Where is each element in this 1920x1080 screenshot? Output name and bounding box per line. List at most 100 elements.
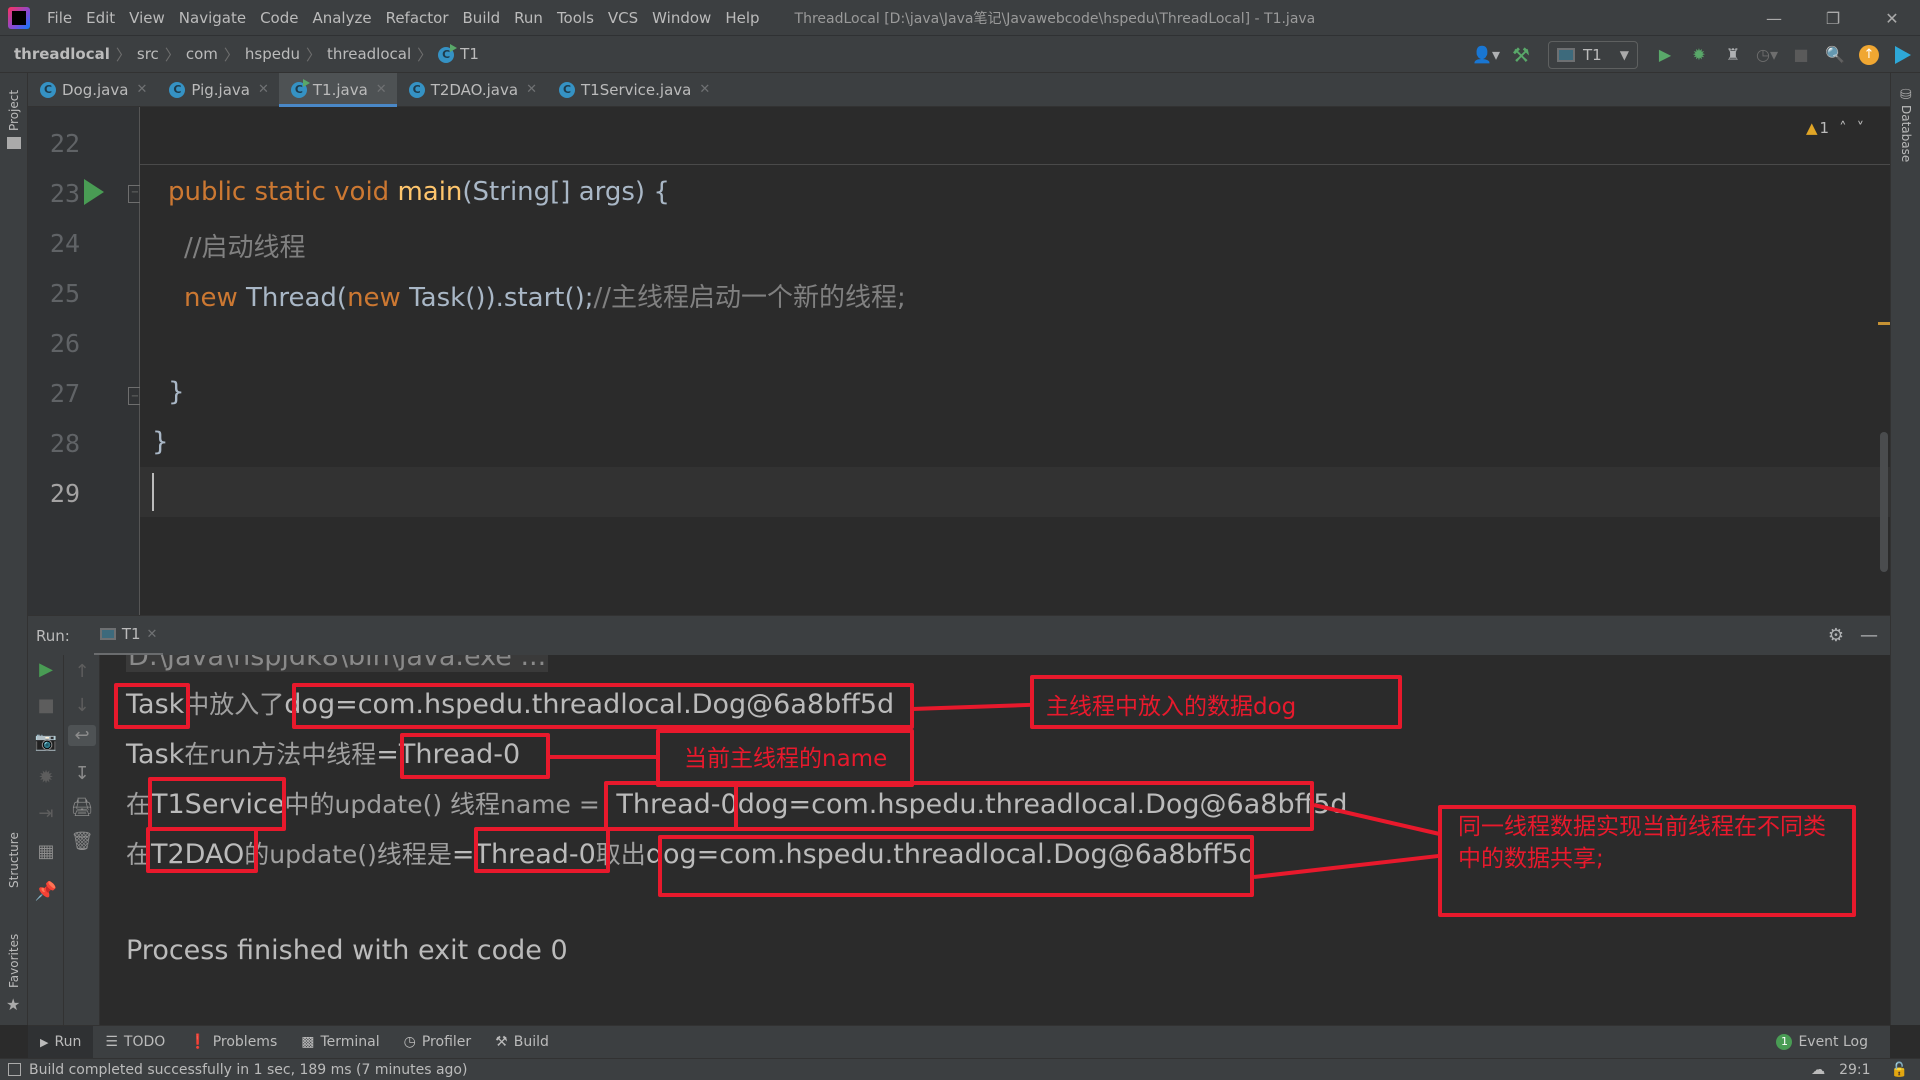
restore-icon[interactable]: ❐ xyxy=(1805,0,1861,36)
cursor-position[interactable]: 29:1 xyxy=(1839,1062,1870,1078)
inspection-widget[interactable]: ▲ 1 ˄ ˅ xyxy=(1806,119,1864,137)
tab-t2dao-java[interactable]: T2DAO.java✕ xyxy=(397,73,547,106)
build-hammer-icon[interactable]: ⚒ xyxy=(1508,41,1534,69)
close-tab-icon[interactable]: ✕ xyxy=(258,82,269,97)
run-gutter-icon[interactable] xyxy=(84,179,104,205)
stop-icon[interactable]: ■ xyxy=(28,695,64,716)
close-tab-icon[interactable]: ✕ xyxy=(376,82,387,97)
lock-icon[interactable]: 🔓 xyxy=(1891,1062,1908,1078)
profile-icon[interactable]: ◷▾ xyxy=(1754,41,1780,69)
highlight-box xyxy=(604,781,738,831)
minimize-panel-icon[interactable]: — xyxy=(1860,625,1878,646)
trash-icon[interactable]: 🗑 xyxy=(64,831,100,852)
soft-wrap-icon[interactable]: ↩ xyxy=(68,725,96,746)
menu-navigate[interactable]: Navigate xyxy=(172,9,253,27)
method-separator xyxy=(140,164,1890,165)
tab-dog-java[interactable]: Dog.java✕ xyxy=(28,73,157,106)
console-command: D:\Java\hspjdk8\bin\java.exe ... xyxy=(126,655,549,672)
chevron-up-icon[interactable]: ˄ xyxy=(1839,119,1847,137)
scroll-to-end-icon[interactable]: ↧ xyxy=(64,763,100,784)
layout-icon[interactable]: ▦ xyxy=(28,841,64,862)
tool-terminal[interactable]: ▩ Terminal xyxy=(289,1026,391,1058)
menu-code[interactable]: Code xyxy=(253,9,305,27)
toolbox-icon[interactable] xyxy=(1890,41,1916,69)
line-number: 29 xyxy=(49,479,80,508)
gear-icon[interactable]: ⚙ xyxy=(1828,625,1844,646)
breadcrumb-com[interactable]: com xyxy=(182,45,222,63)
menu-window[interactable]: Window xyxy=(645,9,718,27)
project-tool-button[interactable]: Project xyxy=(7,90,21,131)
menu-build[interactable]: Build xyxy=(456,9,508,27)
menu-view[interactable]: View xyxy=(122,9,172,27)
editor-scrollbar[interactable] xyxy=(1880,432,1888,572)
stop-icon[interactable]: ■ xyxy=(1788,41,1814,69)
tab-t1service-java[interactable]: T1Service.java✕ xyxy=(547,73,720,106)
close-icon[interactable]: ✕ xyxy=(1864,0,1920,36)
breadcrumb-src[interactable]: src xyxy=(133,45,163,63)
tool-build[interactable]: ⚒ Build xyxy=(483,1026,561,1058)
account-icon[interactable]: 👤▾ xyxy=(1472,41,1500,69)
menu-analyze[interactable]: Analyze xyxy=(305,9,378,27)
pin-icon[interactable]: 📌 xyxy=(28,881,64,902)
run-tab-t1[interactable]: T1 ✕ xyxy=(93,616,164,656)
coverage-icon[interactable]: ♜ xyxy=(1720,41,1746,69)
breadcrumb-project[interactable]: threadlocal xyxy=(0,45,114,63)
menu-refactor[interactable]: Refactor xyxy=(379,9,456,27)
search-icon[interactable]: 🔍 xyxy=(1822,41,1848,69)
console-output[interactable]: D:\Java\hspjdk8\bin\java.exe ... Task中放入… xyxy=(100,655,1880,1025)
tool-profiler[interactable]: ◷ Profiler xyxy=(392,1026,484,1058)
menu-run[interactable]: Run xyxy=(507,9,550,27)
menu-file[interactable]: File xyxy=(40,9,79,27)
database-tool-button[interactable]: Database xyxy=(1899,105,1913,162)
tool-problems[interactable]: ❗ Problems xyxy=(177,1026,289,1058)
menu-edit[interactable]: Edit xyxy=(79,9,122,27)
menu-vcs[interactable]: VCS xyxy=(601,9,645,27)
camera-icon[interactable]: 📷 xyxy=(28,731,64,752)
update-icon[interactable]: ↑ xyxy=(1856,41,1882,69)
run-label: Run: xyxy=(36,626,70,645)
event-log-button[interactable]: 1 Event Log xyxy=(1764,1026,1880,1058)
code-editor[interactable]: public static void main(String[] args) {… xyxy=(140,107,1890,615)
class-icon xyxy=(290,78,310,98)
chevron-down-icon[interactable]: ˅ xyxy=(1857,119,1865,137)
intellij-logo-icon xyxy=(8,6,30,29)
tab-t1-java[interactable]: T1.java✕ xyxy=(278,73,397,107)
tab-pig-java[interactable]: Pig.java✕ xyxy=(157,73,279,106)
breadcrumb-hspedu[interactable]: hspedu xyxy=(241,45,304,63)
toggle-tool-windows-icon[interactable] xyxy=(8,1063,21,1076)
callout-line xyxy=(1253,853,1440,879)
close-tab-icon[interactable]: ✕ xyxy=(136,82,147,97)
run-config-dropdown[interactable]: T1 ▼ xyxy=(1548,40,1638,69)
profiler-icon: ◷ xyxy=(403,1034,416,1050)
status-message[interactable]: Build completed successfully in 1 sec, 1… xyxy=(29,1062,467,1078)
help-cloud-icon[interactable]: ☁ xyxy=(1811,1062,1825,1078)
down-arrow-icon[interactable]: ↓ xyxy=(64,695,100,716)
close-tab-icon[interactable]: ✕ xyxy=(526,82,537,97)
console-exit-line: Process finished with exit code 0 xyxy=(126,935,568,966)
breadcrumb-threadlocal[interactable]: threadlocal xyxy=(323,45,415,63)
debug-icon[interactable]: ✹ xyxy=(1686,41,1712,69)
close-tab-icon[interactable]: ✕ xyxy=(699,82,710,97)
print-icon[interactable]: 🖨 xyxy=(64,797,100,818)
close-tab-icon[interactable]: ✕ xyxy=(147,627,158,642)
breadcrumb-t1[interactable]: T1 xyxy=(434,43,483,63)
problems-icon: ❗ xyxy=(189,1034,207,1050)
exit-icon[interactable]: ⇥ xyxy=(28,803,64,824)
highlight-box xyxy=(658,835,1254,897)
menu-tools[interactable]: Tools xyxy=(550,9,601,27)
minimize-icon[interactable]: — xyxy=(1746,0,1802,36)
menu-help[interactable]: Help xyxy=(718,9,766,27)
tool-todo[interactable]: ☰ TODO xyxy=(93,1026,177,1058)
class-icon xyxy=(169,81,186,98)
main-toolbar: 👤▾ ⚒ T1 ▼ ▶ ✹ ♜ ◷▾ ■ 🔍 ↑ xyxy=(1468,36,1920,73)
warning-stripe[interactable] xyxy=(1878,322,1890,325)
rerun-icon[interactable]: ▶ xyxy=(28,659,64,680)
up-arrow-icon[interactable]: ↑ xyxy=(64,661,100,682)
highlight-box xyxy=(114,683,190,729)
structure-tool-button[interactable]: Structure xyxy=(7,832,21,888)
run-icon[interactable]: ▶ xyxy=(1652,41,1678,69)
favorites-tool-button[interactable]: Favorites xyxy=(7,934,21,988)
debug-dump-icon[interactable]: ✹ xyxy=(28,767,64,788)
line-number: 22 xyxy=(49,129,80,158)
tool-run[interactable]: ▶ Run xyxy=(28,1026,94,1058)
